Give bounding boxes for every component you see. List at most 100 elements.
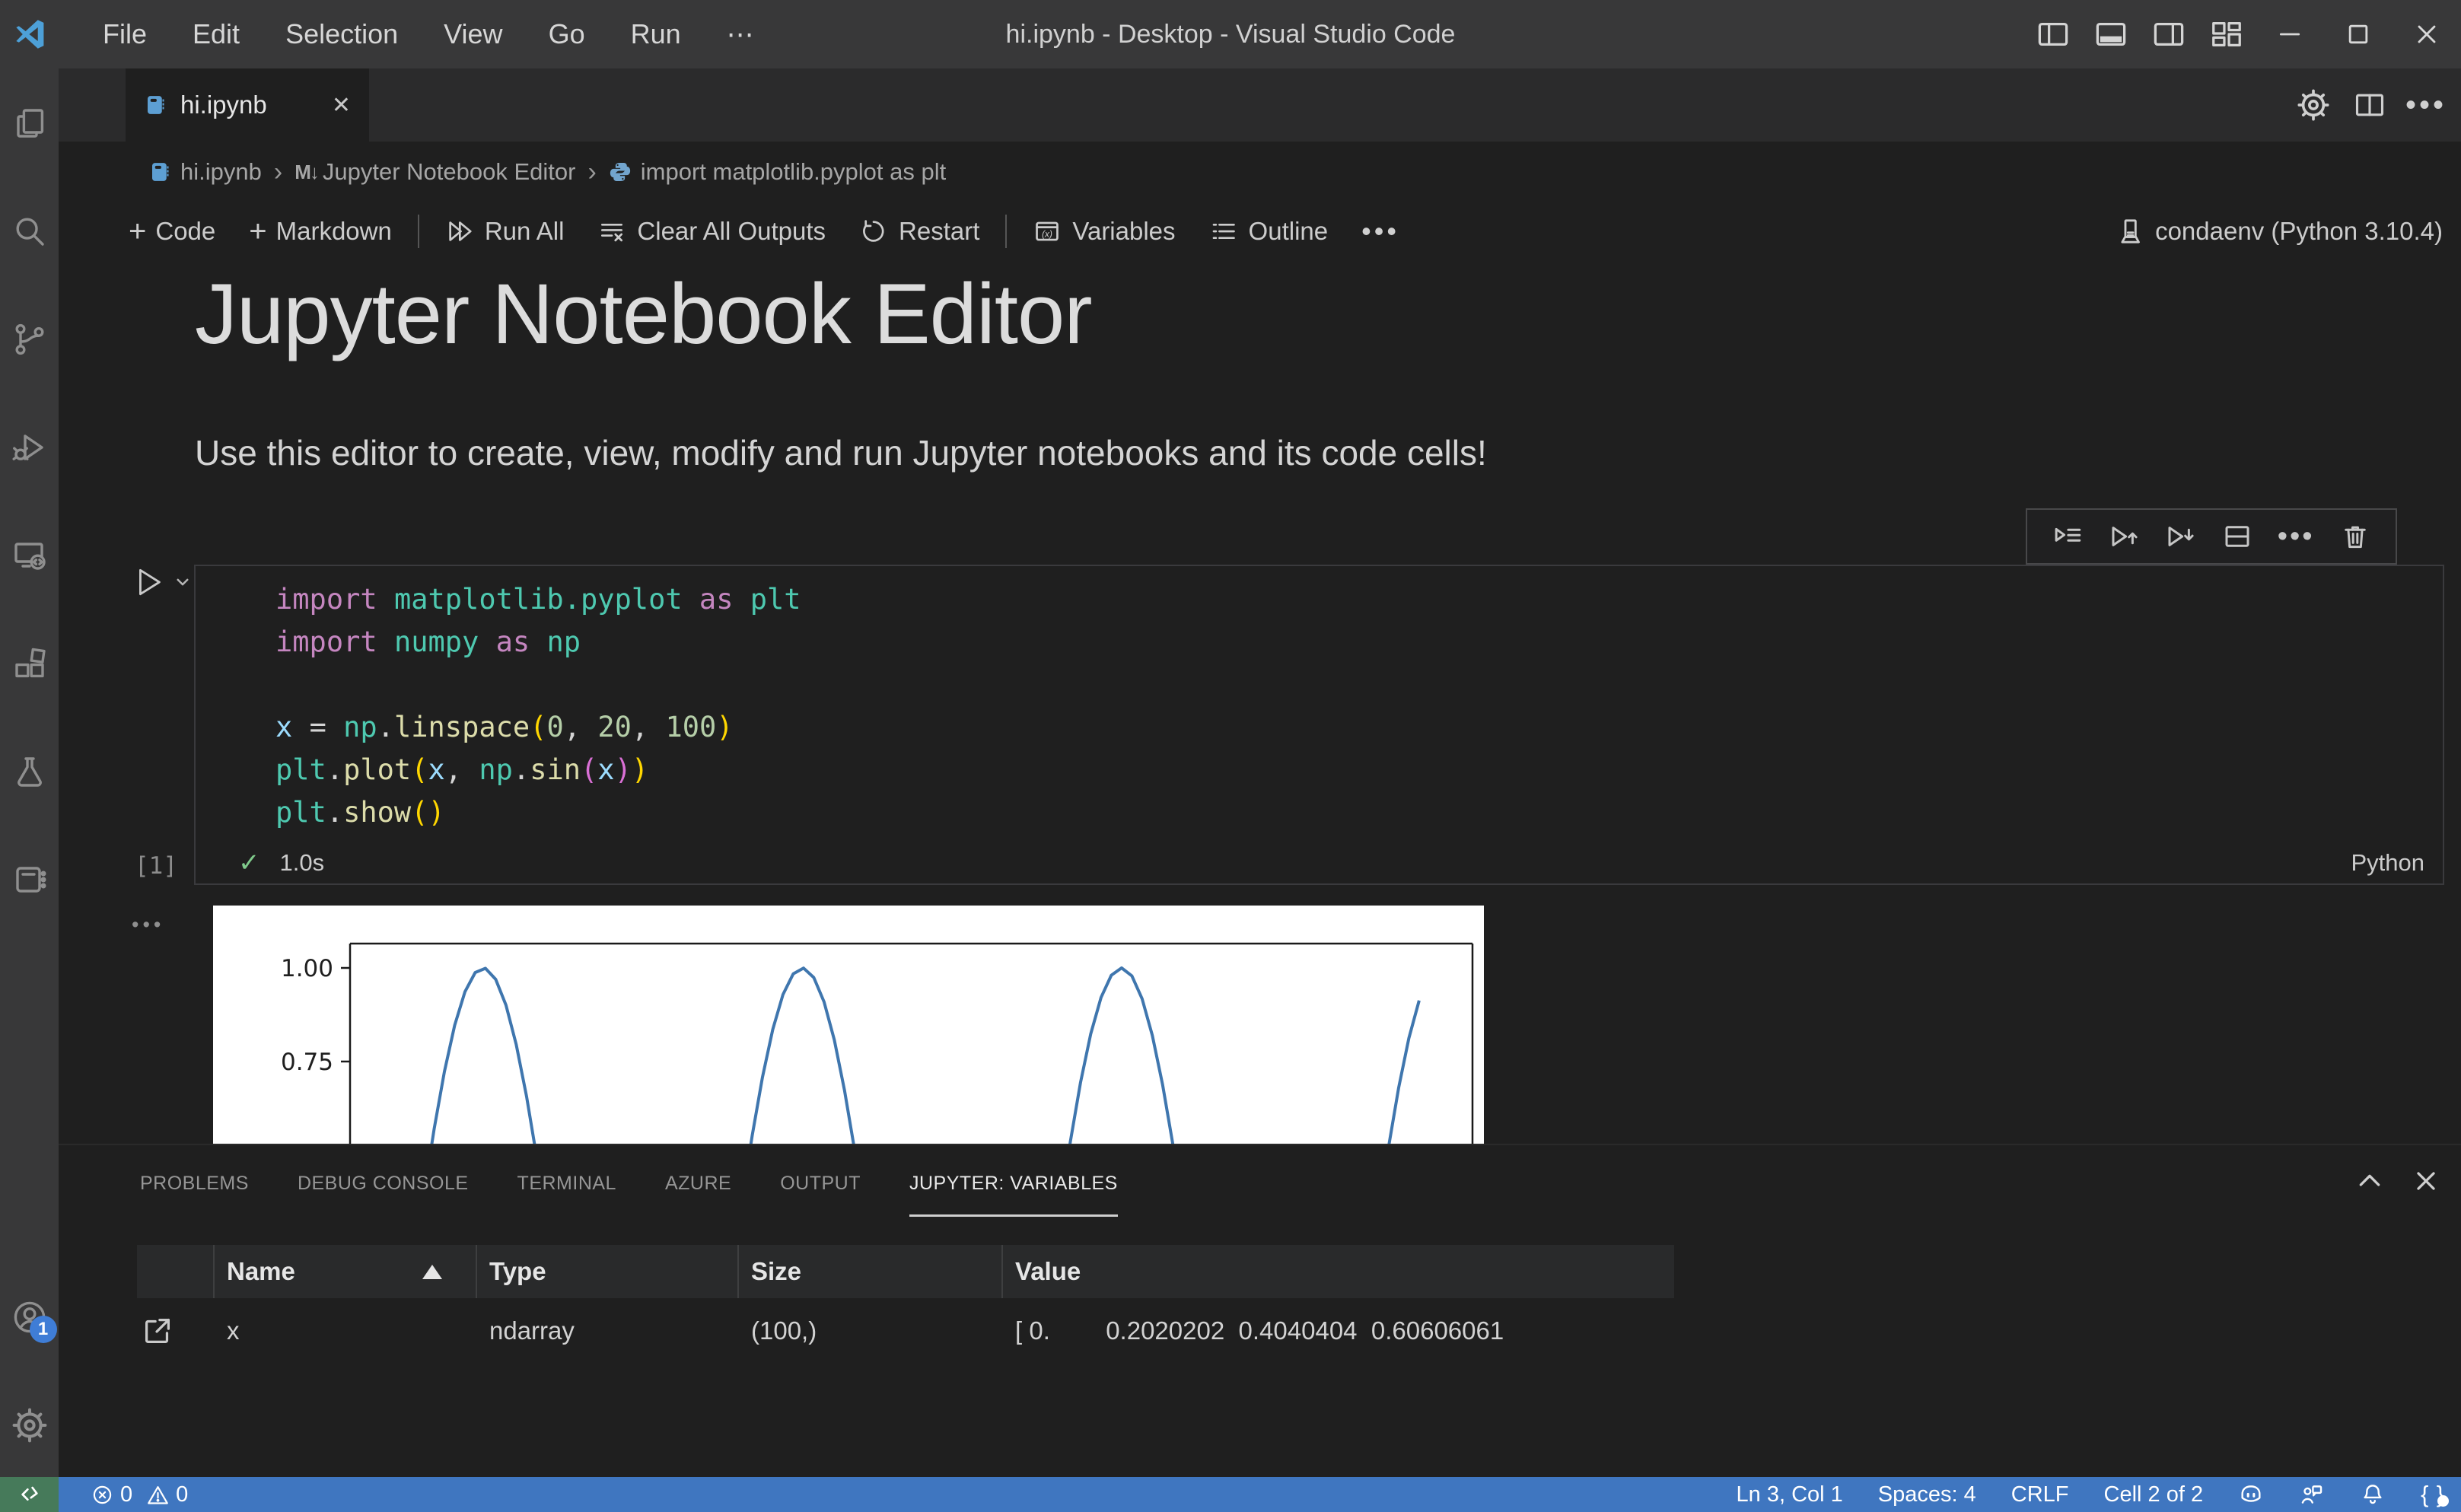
bottom-panel: PROBLEMS DEBUG CONSOLE TERMINAL AZURE OU… (59, 1144, 2461, 1477)
table-row[interactable]: x ndarray (100,) [ 0. 0.2020202 0.404040… (137, 1298, 1674, 1364)
add-markdown-cell-button[interactable]: + Markdown (232, 208, 409, 254)
panel-tab-jupyter-variables[interactable]: JUPYTER: VARIABLES (909, 1145, 1118, 1221)
minimize-button[interactable] (2256, 0, 2324, 68)
breadcrumb-separator: › (587, 157, 597, 186)
kernel-picker[interactable]: condaenv (Python 3.10.4) (2114, 216, 2443, 247)
success-check-icon: ✓ (238, 848, 260, 877)
manage-gear-icon[interactable] (11, 1407, 48, 1444)
code-cell[interactable]: import matplotlib.pyplot as plt import nu… (194, 565, 2444, 885)
close-window-button[interactable] (2393, 0, 2461, 68)
warnings-icon (148, 1485, 169, 1504)
menu-selection[interactable]: Selection (263, 0, 421, 68)
tab-close-icon[interactable]: ✕ (332, 92, 351, 119)
accounts-badge: 1 (29, 1316, 57, 1343)
menu-run[interactable]: Run (608, 0, 704, 68)
cell-language[interactable]: Python (2351, 849, 2424, 877)
run-debug-icon[interactable] (11, 429, 48, 466)
code-editor[interactable]: import matplotlib.pyplot as plt import nu… (275, 578, 801, 834)
open-in-data-viewer-icon[interactable] (140, 1313, 175, 1348)
markdown-heading: Jupyter Notebook Editor (195, 266, 1093, 361)
run-options-chevron-icon[interactable] (171, 571, 194, 594)
column-header-type[interactable]: Type (489, 1245, 546, 1298)
menu-go[interactable]: Go (526, 0, 608, 68)
split-editor-icon[interactable] (2351, 87, 2388, 123)
execute-cells-icon[interactable] (2052, 520, 2084, 552)
add-code-cell-button[interactable]: + Code (112, 208, 232, 254)
variables-button[interactable]: (x) Variables (1016, 208, 1192, 254)
notebook-toolbar: + Code + Markdown Run All Clear All Outp… (59, 202, 2461, 260)
execute-above-cells-icon[interactable] (2108, 520, 2140, 552)
cursor-position[interactable]: Ln 3, Col 1 (1737, 1482, 1843, 1507)
eol-sequence[interactable]: CRLF (2011, 1482, 2069, 1507)
output-more-actions-icon[interactable]: ••• (132, 913, 164, 937)
delete-cell-icon[interactable] (2339, 520, 2371, 552)
notebook-view-icon[interactable] (11, 861, 48, 898)
feedback-icon[interactable] (2299, 1482, 2325, 1507)
formatter-braces-icon[interactable]: { } (2421, 1481, 2449, 1508)
tab-label: hi.ipynb (180, 91, 267, 119)
maximize-button[interactable] (2324, 0, 2393, 68)
source-control-icon[interactable] (11, 321, 48, 358)
problems-summary[interactable]: 0 0 (59, 1477, 202, 1512)
errors-icon (93, 1485, 112, 1504)
add-markdown-label: Markdown (275, 217, 392, 245)
testing-icon[interactable] (11, 753, 48, 790)
notifications-bell-icon[interactable] (2360, 1482, 2386, 1507)
outline-button[interactable]: Outline (1192, 208, 1345, 254)
variable-value: [ 0. 0.2020202 0.4040404 0.60606061 (1015, 1316, 1504, 1345)
panel-tab-terminal[interactable]: TERMINAL (517, 1145, 616, 1221)
explorer-icon[interactable] (11, 105, 48, 142)
run-cell-button[interactable] (131, 565, 166, 600)
menu-edit[interactable]: Edit (170, 0, 263, 68)
restart-kernel-button[interactable]: Restart (842, 208, 996, 254)
matplotlib-output-plot: 1.00 0.75 (213, 906, 1484, 1144)
close-panel-icon[interactable] (2411, 1166, 2446, 1201)
python-icon (609, 161, 632, 183)
notebook-file-icon (144, 94, 167, 116)
maximize-panel-chevron-icon[interactable] (2354, 1166, 2389, 1201)
toggle-primary-sidebar-icon[interactable] (2036, 17, 2071, 52)
outline-label: Outline (1248, 217, 1329, 245)
menu-file[interactable]: File (80, 0, 170, 68)
cell-more-actions-icon[interactable]: ••• (2278, 522, 2315, 551)
panel-tab-debug-console[interactable]: DEBUG CONSOLE (298, 1145, 469, 1221)
panel-tab-azure[interactable]: AZURE (665, 1145, 731, 1221)
title-bar: File Edit Selection View Go Run ⋯ hi.ipy… (0, 0, 2461, 68)
cell-toolbar: ••• (2026, 508, 2397, 565)
notebook-file-icon (148, 161, 171, 183)
cell-position[interactable]: Cell 2 of 2 (2104, 1482, 2204, 1507)
execute-cell-and-below-icon[interactable] (2164, 520, 2196, 552)
svg-text:(x): (x) (1042, 228, 1052, 239)
settings-gear-icon[interactable] (2295, 87, 2332, 123)
run-all-button[interactable]: Run All (428, 208, 581, 254)
remote-indicator[interactable] (0, 1477, 59, 1512)
copilot-icon[interactable] (2238, 1482, 2264, 1507)
breadcrumb-cell[interactable]: import matplotlib.pyplot as plt (641, 158, 946, 186)
search-icon[interactable] (11, 213, 48, 250)
remote-explorer-icon[interactable] (11, 537, 48, 574)
toggle-panel-icon[interactable] (2093, 17, 2128, 52)
panel-tab-output[interactable]: OUTPUT (780, 1145, 861, 1221)
sort-ascending-icon[interactable] (422, 1265, 442, 1279)
run-all-icon (449, 221, 472, 241)
indentation[interactable]: Spaces: 4 (1878, 1482, 1976, 1507)
panel-tab-problems[interactable]: PROBLEMS (140, 1145, 249, 1221)
plus-icon: + (129, 215, 147, 248)
clear-all-outputs-button[interactable]: Clear All Outputs (581, 208, 842, 254)
tab-hi-ipynb[interactable]: hi.ipynb ✕ (126, 68, 369, 142)
breadcrumb-section[interactable]: Jupyter Notebook Editor (323, 158, 576, 186)
menu-view[interactable]: View (421, 0, 525, 68)
editor-more-actions-icon[interactable]: ••• (2405, 87, 2444, 123)
customize-layout-icon[interactable] (2209, 17, 2244, 52)
split-cell-icon[interactable] (2221, 520, 2253, 552)
column-header-name[interactable]: Name (227, 1245, 295, 1298)
column-header-value[interactable]: Value (1015, 1245, 1081, 1298)
breadcrumb-file[interactable]: hi.ipynb (180, 158, 262, 186)
toolbar-more-actions[interactable]: ••• (1345, 208, 1416, 254)
column-header-size[interactable]: Size (751, 1245, 801, 1298)
accounts-icon[interactable]: 1 (11, 1299, 57, 1343)
variables-label: Variables (1072, 217, 1176, 245)
menu-more[interactable]: ⋯ (704, 0, 777, 68)
extensions-icon[interactable] (11, 645, 48, 682)
toggle-secondary-sidebar-icon[interactable] (2151, 17, 2186, 52)
